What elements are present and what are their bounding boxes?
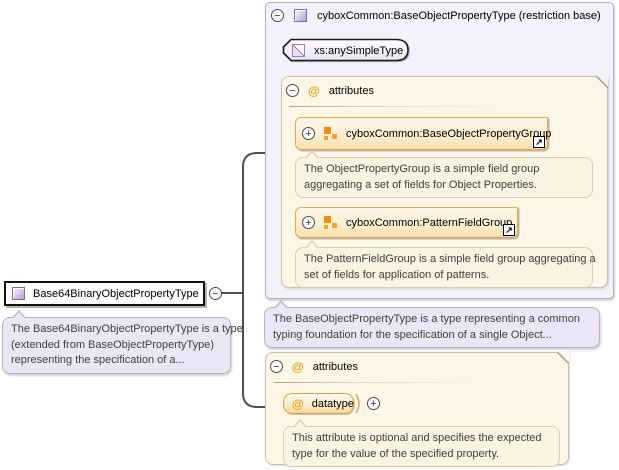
minus-circle-icon: − (212, 287, 219, 300)
header-separator (289, 106, 529, 107)
annotation-base-type: The BaseObjectPropertyType is a type rep… (264, 300, 600, 348)
collapse-toggle-base-type[interactable]: − (271, 9, 284, 22)
annotation-line: The ObjectPropertyGroup is a simple fiel… (304, 163, 540, 175)
folded-corner-icon (596, 76, 608, 88)
annotation-group-1: The ObjectPropertyGroup is a simple fiel… (295, 150, 593, 198)
annotation-line: The Base64BinaryObjectPropertyType is a … (11, 323, 243, 335)
goto-definition-icon[interactable]: ↗ (533, 136, 545, 148)
complex-type-icon (12, 287, 25, 300)
group-ref-baseobjectpropertygroup[interactable]: + cyboxCommon:BaseObjectPropertyGroup ↗ (295, 117, 552, 150)
group-icon (324, 127, 337, 140)
own-attributes-panel: − @ attributes @ datatype + This attribu… (265, 352, 569, 467)
schema-diagram: Base64BinaryObjectPropertyType − The Bas… (0, 0, 619, 470)
expand-toggle-group[interactable]: + (302, 216, 315, 229)
group-ref-patternfieldgroup[interactable]: + cyboxCommon:PatternFieldGroup ↗ (295, 207, 518, 238)
minus-circle-icon: − (273, 360, 280, 373)
annotation-line: type for the value of the specified prop… (292, 447, 500, 460)
annotation-main-type: The Base64BinaryObjectPropertyType is a … (2, 310, 243, 374)
annotation-line: This attribute is optional and specifies… (292, 432, 542, 444)
expand-toggle-attribute[interactable]: + (367, 397, 380, 410)
annotation-line: representing the specification of a... (11, 354, 185, 366)
attribute-at-icon: @ (292, 396, 304, 411)
group-icon (324, 216, 337, 229)
expand-toggle-group[interactable]: + (302, 127, 315, 140)
minus-circle-icon: − (289, 84, 296, 97)
base-ref-label: xs:anySimpleType (314, 44, 404, 57)
annotation-line: The PatternFieldGroup is a simple field … (304, 253, 596, 265)
group-ref-label: cyboxCommon:BaseObjectPropertyGroup (346, 127, 552, 140)
inherited-attributes-panel: − @ attributes + cyboxCommon:BaseObjectP… (281, 76, 608, 288)
type-node-label: Base64BinaryObjectPropertyType (33, 287, 199, 300)
stack-edge-icon (355, 393, 360, 414)
plus-circle-icon: + (370, 397, 377, 410)
attribute-at-icon: @ (308, 83, 320, 98)
base-type-header: − cyboxCommon:BaseObjectPropertyType (re… (266, 3, 613, 22)
attributes-header: − @ attributes (266, 353, 568, 373)
minus-circle-icon: − (274, 9, 281, 22)
annotation-line: The BaseObjectPropertyType is a type rep… (273, 313, 580, 325)
base-type-title: cyboxCommon:BaseObjectPropertyType (rest… (317, 9, 601, 22)
base-type-panel: − cyboxCommon:BaseObjectPropertyType (re… (265, 2, 614, 299)
annotation-group-2: The PatternFieldGroup is a simple field … (295, 240, 596, 288)
base-ref-node-anysimpletype[interactable]: xs:anySimpleType (282, 38, 411, 63)
plus-circle-icon: + (305, 216, 312, 229)
collapse-toggle-main[interactable]: − (209, 287, 222, 300)
annotation-datatype: This attribute is optional and specifies… (283, 419, 560, 467)
attribute-at-icon: @ (292, 359, 304, 374)
attribute-node-datatype[interactable]: @ datatype (283, 393, 354, 414)
annotation-line: set of fields for application of pattern… (304, 268, 490, 281)
collapse-toggle-attributes[interactable]: − (286, 84, 299, 97)
attribute-label: datatype (311, 397, 354, 410)
attribute-row-datatype: @ datatype + (283, 393, 380, 414)
simple-type-icon (292, 44, 305, 57)
plus-circle-icon: + (305, 127, 312, 140)
folded-corner-icon (557, 352, 569, 364)
annotation-line: (extended from BaseObjectPropertyType) (11, 338, 214, 351)
attributes-header: − @ attributes (282, 77, 607, 97)
goto-definition-icon[interactable]: ↗ (503, 224, 515, 236)
attributes-label: attributes (312, 360, 358, 373)
annotation-line: typing foundation for the specification … (273, 328, 552, 341)
complex-type-icon (294, 9, 307, 22)
attributes-label: attributes (328, 84, 374, 97)
annotation-line: aggregating a set of fields for Object P… (304, 178, 537, 191)
group-ref-label: cyboxCommon:PatternFieldGroup (346, 216, 513, 229)
header-separator (274, 382, 499, 383)
type-node-base64binaryobjectpropertytype[interactable]: Base64BinaryObjectPropertyType (4, 281, 205, 306)
collapse-toggle-attributes[interactable]: − (270, 360, 283, 373)
